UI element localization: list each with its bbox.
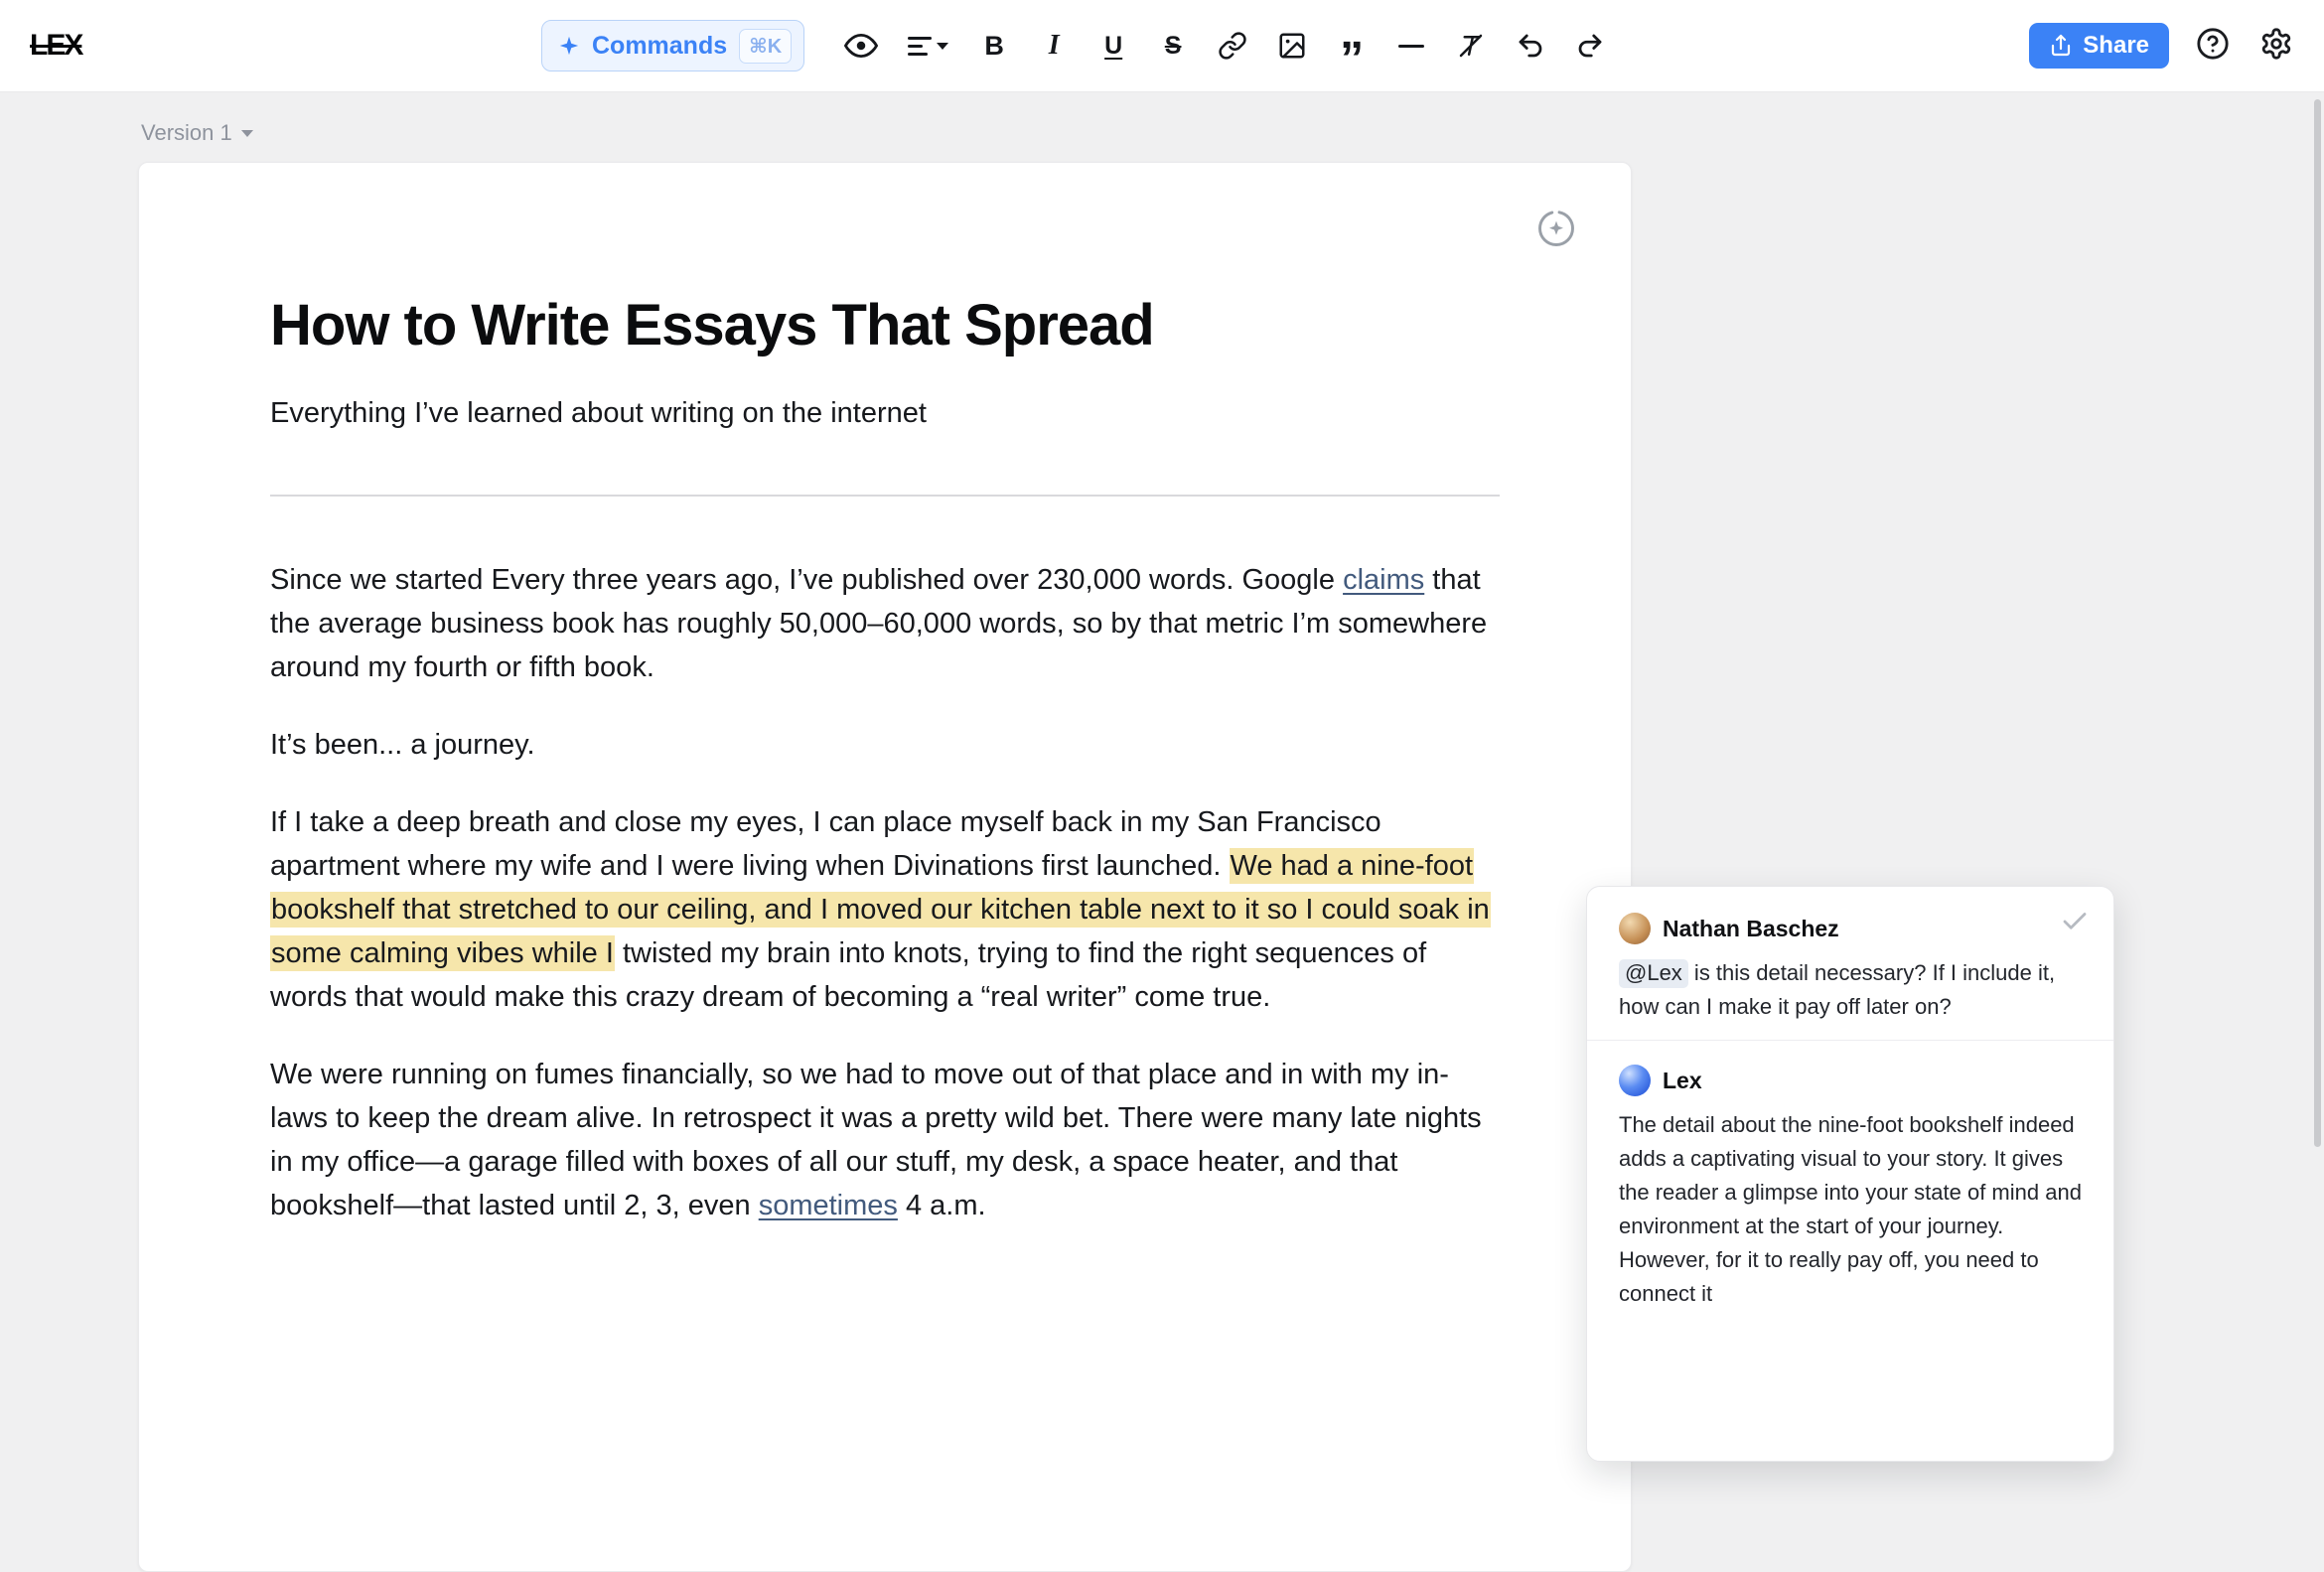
document-content: How to Write Essays That Spread Everythi… bbox=[139, 292, 1631, 1227]
align-left-icon bbox=[908, 37, 932, 56]
editor-canvas: Version 1 How to Write Essays That Sprea… bbox=[0, 92, 2324, 1333]
bold-button[interactable]: B bbox=[977, 26, 1011, 66]
settings-button[interactable] bbox=[2256, 26, 2296, 66]
image-button[interactable] bbox=[1275, 26, 1309, 66]
comment-item: Nathan Baschez @Lex is this detail neces… bbox=[1587, 887, 2113, 1040]
commands-label: Commands bbox=[592, 32, 727, 61]
italic-button[interactable]: I bbox=[1037, 26, 1071, 66]
commands-shortcut-badge: ⌘K bbox=[739, 29, 792, 64]
share-icon bbox=[2049, 34, 2073, 58]
chevron-down-icon bbox=[241, 130, 253, 137]
lex-logo[interactable]: LEX bbox=[30, 29, 81, 63]
avatar bbox=[1619, 913, 1651, 944]
paragraph: We were running on fumes financially, so… bbox=[270, 1053, 1500, 1227]
vertical-scrollbar[interactable] bbox=[2314, 99, 2321, 1147]
question-icon bbox=[2196, 27, 2230, 66]
text-align-button[interactable] bbox=[904, 26, 951, 66]
text-segment: Since we started Every three years ago, … bbox=[270, 564, 1343, 596]
gear-icon bbox=[2259, 27, 2293, 66]
mention-chip[interactable]: @Lex bbox=[1619, 959, 1688, 988]
paragraph: Since we started Every three years ago, … bbox=[270, 558, 1500, 689]
clear-formatting-icon bbox=[1456, 31, 1486, 61]
comment-author: Nathan Baschez bbox=[1663, 916, 1839, 942]
horizontal-rule-button[interactable] bbox=[1394, 26, 1428, 66]
link-sometimes[interactable]: sometimes bbox=[759, 1190, 898, 1221]
page-title: How to Write Essays That Spread bbox=[270, 292, 1500, 359]
share-button[interactable]: Share bbox=[2029, 23, 2169, 69]
redo-icon bbox=[1575, 31, 1605, 61]
toolbar-center-group: Commands ⌘K B I U bbox=[541, 0, 1607, 91]
text-segment: 4 a.m. bbox=[898, 1190, 986, 1221]
share-label: Share bbox=[2083, 32, 2149, 60]
sparkle-icon bbox=[558, 35, 580, 57]
link-button[interactable] bbox=[1216, 26, 1249, 66]
comment-header: Lex bbox=[1619, 1065, 2084, 1096]
lex-avatar bbox=[1619, 1065, 1651, 1096]
comment-text: The detail about the nine-foot bookshelf… bbox=[1619, 1108, 2084, 1311]
image-icon bbox=[1277, 31, 1307, 61]
underline-icon: U bbox=[1104, 32, 1122, 61]
paragraph: It’s been... a journey. bbox=[270, 723, 1500, 767]
bold-icon: B bbox=[984, 31, 1004, 62]
comment-author: Lex bbox=[1663, 1068, 1702, 1094]
horizontal-rule-icon bbox=[1398, 45, 1424, 48]
document-body[interactable]: Since we started Every three years ago, … bbox=[270, 558, 1500, 1227]
blockquote-button[interactable]: ” bbox=[1335, 26, 1369, 66]
version-selector[interactable]: Version 1 bbox=[141, 120, 253, 146]
help-button[interactable] bbox=[2193, 26, 2233, 66]
comment-thread: Nathan Baschez @Lex is this detail neces… bbox=[1586, 886, 2114, 1462]
preview-button[interactable] bbox=[844, 26, 878, 66]
page-subtitle: Everything I’ve learned about writing on… bbox=[270, 393, 1500, 433]
resolve-check-button[interactable] bbox=[2060, 907, 2090, 941]
underline-button[interactable]: U bbox=[1096, 26, 1130, 66]
top-toolbar: LEX Commands ⌘K B bbox=[0, 0, 2324, 92]
clear-formatting-button[interactable] bbox=[1454, 26, 1488, 66]
chevron-down-icon bbox=[937, 43, 948, 50]
strikethrough-button[interactable]: S bbox=[1156, 26, 1190, 66]
comment-header: Nathan Baschez bbox=[1619, 913, 2084, 944]
divider bbox=[270, 495, 1500, 497]
commands-button[interactable]: Commands ⌘K bbox=[541, 20, 804, 71]
text-segment: If I take a deep breath and close my eye… bbox=[270, 806, 1381, 882]
version-label: Version 1 bbox=[141, 120, 232, 146]
eye-icon bbox=[844, 29, 878, 63]
link-claims[interactable]: claims bbox=[1343, 564, 1424, 596]
strikethrough-icon: S bbox=[1165, 32, 1182, 61]
comment-item: Lex The detail about the nine-foot books… bbox=[1587, 1040, 2113, 1327]
toolbar-right-group: Share bbox=[2029, 0, 2296, 91]
link-icon bbox=[1218, 31, 1247, 61]
paragraph: If I take a deep breath and close my eye… bbox=[270, 800, 1500, 1019]
comment-text: @Lex is this detail necessary? If I incl… bbox=[1619, 956, 2084, 1024]
undo-icon bbox=[1516, 31, 1545, 61]
document[interactable]: How to Write Essays That Spread Everythi… bbox=[138, 162, 1632, 1572]
ai-sparkle-button[interactable] bbox=[1534, 207, 1578, 250]
redo-button[interactable] bbox=[1573, 26, 1607, 66]
italic-icon: I bbox=[1049, 30, 1060, 62]
undo-button[interactable] bbox=[1514, 26, 1547, 66]
formatting-toolbar: B I U S ” bbox=[844, 26, 1607, 66]
